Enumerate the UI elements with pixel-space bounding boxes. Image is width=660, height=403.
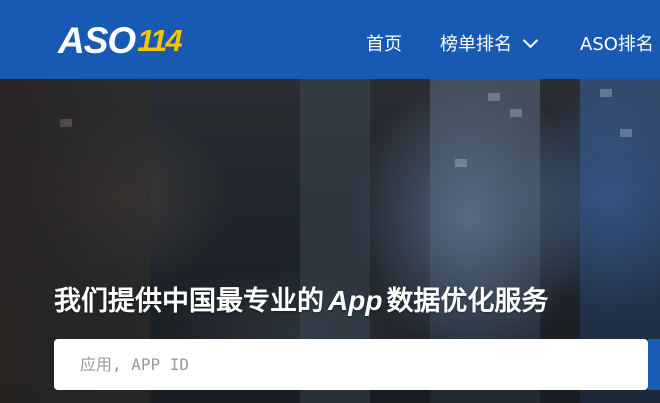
- nav-home-label: 首页: [366, 34, 402, 55]
- nav-aso-rankings-dropdown[interactable]: ASO排名: [580, 30, 660, 56]
- nav-aso-rankings-label: ASO排名: [580, 34, 654, 55]
- background-window-light: [488, 93, 500, 101]
- top-navbar: ASO 114 首页 榜单排名 ASO排名: [0, 0, 660, 79]
- background-window-light: [60, 119, 72, 127]
- background-window-light: [600, 89, 612, 97]
- headline-text-before: 我们提供中国最专业的: [54, 286, 324, 317]
- headline-app: App: [328, 285, 383, 316]
- search-button[interactable]: [648, 339, 660, 390]
- headline-text-after: 数据优化服务: [386, 286, 549, 317]
- chevron-down-icon: [522, 32, 539, 48]
- nav-rankings-label: 榜单排名: [440, 34, 512, 55]
- background-window-light: [455, 159, 467, 167]
- background-window-light: [620, 129, 632, 137]
- background-window-light: [510, 109, 522, 117]
- hero-headline: 我们提供中国最专业的 App 数据优化服务: [54, 279, 548, 318]
- nav-rankings-dropdown[interactable]: 榜单排名: [440, 30, 539, 56]
- search-input[interactable]: [54, 339, 648, 390]
- nav-home[interactable]: 首页: [366, 30, 402, 56]
- main-nav: 首页 榜单排名 ASO排名: [0, 0, 660, 79]
